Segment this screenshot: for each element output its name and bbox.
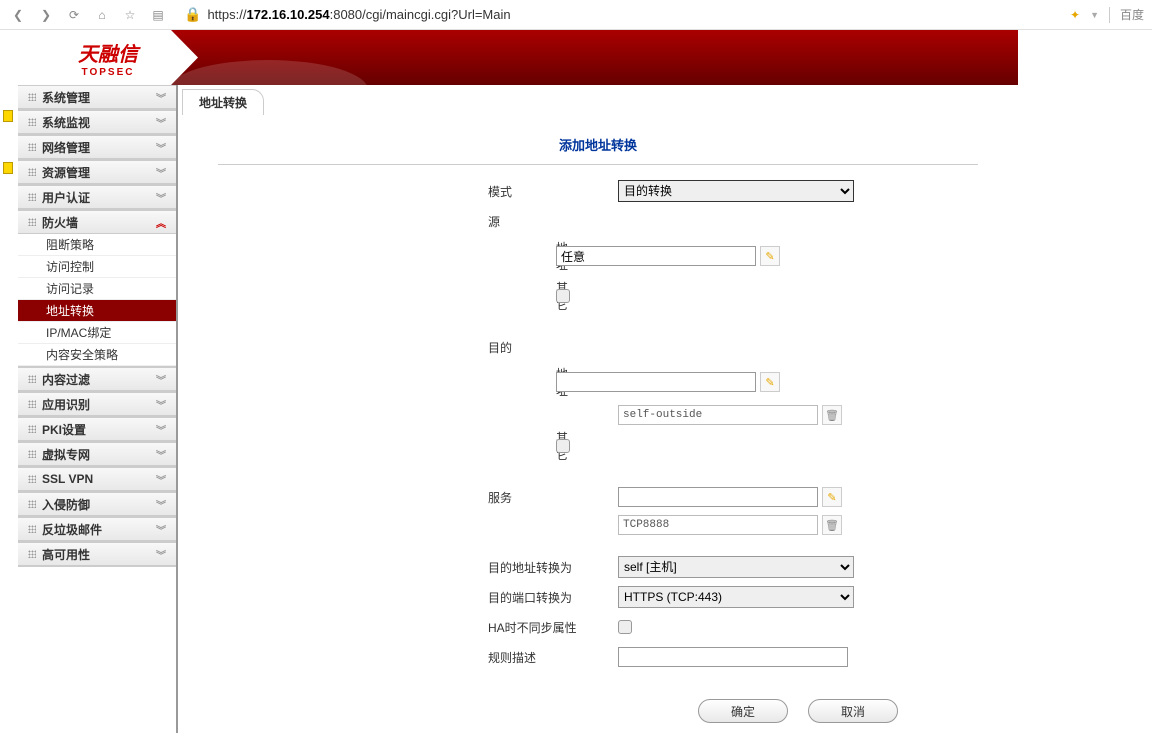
sidebar-group-header[interactable]: SSL VPN︾ (18, 467, 176, 491)
label-mode: 模式 (488, 183, 618, 200)
sidebar-item[interactable]: 访问控制 (18, 256, 176, 278)
sidebar-group-header[interactable]: 反垃圾邮件︾ (18, 517, 176, 541)
label-rule-desc: 规则描述 (488, 649, 618, 666)
search-provider[interactable]: 百度 (1120, 6, 1144, 23)
sidebar-group-header[interactable]: 资源管理︾ (18, 160, 176, 184)
address-bar[interactable]: 🔒 https://172.16.10.254:8080/cgi/maincgi… (176, 4, 1062, 25)
sidebar-item[interactable]: IP/MAC绑定 (18, 322, 176, 344)
label-dest-port-to: 目的端口转换为 (488, 589, 618, 606)
sidebar-item[interactable]: 访问记录 (18, 278, 176, 300)
forward-button[interactable]: ❯ (36, 5, 56, 25)
header-banner: 天融信 TOPSEC (18, 30, 1018, 85)
sidebar-group-header[interactable]: 防火墙︽ (18, 210, 176, 234)
label-src-other: 其它 (488, 279, 556, 313)
label-dest-other: 其它 (488, 429, 556, 463)
mode-select[interactable]: 目的转换 (618, 180, 854, 202)
sidebar-group-header[interactable]: PKI设置︾ (18, 417, 176, 441)
sidebar-group-header[interactable]: 应用识别︾ (18, 392, 176, 416)
delete-icon[interactable]: 🗑 (822, 515, 842, 535)
label-dest: 目的 (488, 339, 618, 356)
dest-other-toggle[interactable] (556, 439, 570, 453)
edit-icon[interactable]: ✎ (822, 487, 842, 507)
label-service: 服务 (488, 489, 618, 506)
sidebar-group-header[interactable]: 系统管理︾ (18, 85, 176, 109)
label-ha-sync: HA时不同步属性 (488, 619, 618, 636)
rule-desc-input[interactable] (618, 647, 848, 667)
cancel-button[interactable]: 取消 (808, 699, 898, 723)
dest-addr-to-select[interactable]: self [主机] (618, 556, 854, 578)
dest-address-input[interactable] (556, 372, 756, 392)
dropdown-icon[interactable]: ▼ (1090, 10, 1099, 20)
logo-en: TOPSEC (82, 67, 135, 78)
breadcrumb: 地址转换 (182, 89, 1018, 115)
favorite-button[interactable]: ☆ (120, 5, 140, 25)
edit-icon[interactable]: ✎ (760, 246, 780, 266)
sidebar-item[interactable]: 阻断策略 (18, 234, 176, 256)
delete-icon[interactable]: 🗑 (822, 405, 842, 425)
sidebar-group-header[interactable]: 内容过滤︾ (18, 367, 176, 391)
ok-button[interactable]: 确定 (698, 699, 788, 723)
sidebar-item[interactable]: 地址转换 (18, 300, 176, 322)
url-text: https://172.16.10.254:8080/cgi/maincgi.c… (207, 7, 510, 22)
tab-label: 地址转换 (182, 89, 264, 115)
dest-port-to-select[interactable]: HTTPS (TCP:443) (618, 586, 854, 608)
label-src-addr: 地址 (488, 239, 556, 273)
edit-icon[interactable]: ✎ (760, 372, 780, 392)
sidebar-group-header[interactable]: 系统监视︾ (18, 110, 176, 134)
sidebar-group-header[interactable]: 虚拟专网︾ (18, 442, 176, 466)
divider (1109, 7, 1110, 23)
service-input[interactable] (618, 487, 818, 507)
sidebar-group-header[interactable]: 入侵防御︾ (18, 492, 176, 516)
sidebar-item[interactable]: 内容安全策略 (18, 344, 176, 366)
sidebar-group-header[interactable]: 高可用性︾ (18, 542, 176, 566)
lock-icon: 🔒 (184, 6, 201, 23)
extension-icon[interactable]: ✦ (1070, 8, 1080, 22)
source-address-input[interactable] (556, 246, 756, 266)
page-title: 添加地址转换 (218, 125, 978, 165)
page-button[interactable]: ▤ (148, 5, 168, 25)
service-value: TCP8888 (618, 515, 818, 535)
logo-cn: 天融信 (78, 38, 138, 67)
back-button[interactable]: ❮ (8, 5, 28, 25)
label-dest-addr-to: 目的地址转换为 (488, 559, 618, 576)
sidebar: 系统管理︾系统监视︾网络管理︾资源管理︾用户认证︾防火墙︽阻断策略访问控制访问记… (18, 85, 178, 733)
ha-sync-toggle[interactable] (618, 620, 632, 634)
label-source: 源 (488, 213, 618, 230)
home-button[interactable]: ⌂ (92, 5, 112, 25)
refresh-button[interactable]: ⟳ (64, 5, 84, 25)
source-other-toggle[interactable] (556, 289, 570, 303)
left-marker (0, 30, 16, 174)
sidebar-group-header[interactable]: 用户认证︾ (18, 185, 176, 209)
content-area: 地址转换 添加地址转换 模式 目的转换 源 地址 (178, 85, 1018, 733)
label-dest-addr: 地址 (488, 365, 556, 399)
dest-address-value: self-outside (618, 405, 818, 425)
logo: 天融信 TOPSEC (18, 30, 198, 85)
sidebar-group-header[interactable]: 网络管理︾ (18, 135, 176, 159)
browser-toolbar: ❮ ❯ ⟳ ⌂ ☆ ▤ 🔒 https://172.16.10.254:8080… (0, 0, 1152, 30)
